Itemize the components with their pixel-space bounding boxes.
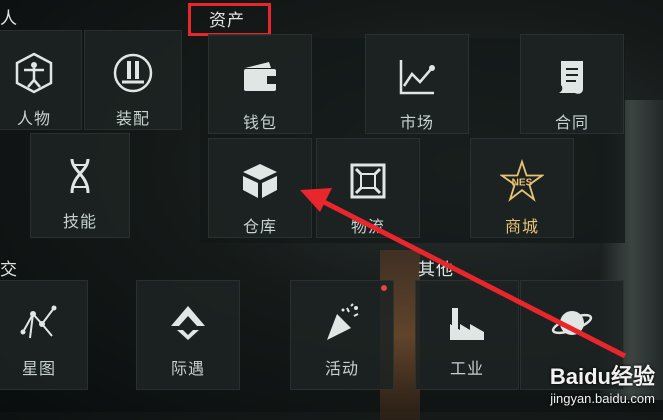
assets-highlight-box [188,3,271,36]
tile-market-label: 市场 [399,113,434,132]
tile-starmap[interactable]: 星图 [0,280,88,390]
tile-encounter[interactable]: 际遇 [136,280,240,390]
tile-event[interactable]: 活动 [290,280,394,390]
tile-industry-label: 工业 [449,359,484,378]
logistics-crate-icon [346,159,390,203]
watermark-url: jingyan.baidu.com [550,391,655,406]
tile-equip-label: 装配 [115,109,150,128]
tile-market[interactable]: 市场 [365,34,469,134]
planet-icon [550,301,594,345]
event-notification-dot [381,285,387,291]
vitruvian-icon [12,51,56,95]
tile-wallet[interactable]: 钱包 [208,34,312,134]
section-title-personal: 人 [0,9,18,29]
dna-icon [58,154,102,198]
baidu-watermark: Baidu经验 jingyan.baidu.com [550,359,655,406]
tile-person[interactable]: 人物 [0,30,82,130]
party-popper-icon [320,301,364,345]
tile-warehouse[interactable]: 仓库 [208,138,312,238]
tile-store-label: 商城 [504,217,539,236]
tile-logistics-label: 物流 [350,217,385,236]
tile-encounter-label: 际遇 [170,359,205,378]
tile-store[interactable]: NES 商城 [470,138,574,238]
market-chart-icon [395,55,439,99]
section-title-social: 交 [0,260,18,280]
tile-industry[interactable]: 工业 [415,280,519,390]
scroll-icon [550,55,594,99]
equipment-icon [111,51,155,95]
tile-skill[interactable]: 技能 [30,133,130,238]
tile-person-label: 人物 [16,109,51,128]
tile-equip[interactable]: 装配 [84,30,182,130]
tile-logistics[interactable]: 物流 [316,138,420,238]
tile-warehouse-label: 仓库 [242,217,277,236]
section-title-other: 其他 [418,260,454,280]
tile-contract[interactable]: 合同 [520,34,624,134]
constellation-icon [17,301,61,345]
tile-wallet-label: 钱包 [242,113,277,132]
warehouse-cube-icon [238,159,282,203]
watermark-brand: Baidu经验 [549,364,655,389]
tile-event-label: 活动 [324,359,359,378]
tile-starmap-label: 星图 [21,359,56,378]
factory-icon [445,301,489,345]
tile-contract-label: 合同 [554,113,589,132]
tile-skill-label: 技能 [62,212,97,231]
nes-star-logo-icon: NES [500,159,544,203]
wallet-icon [238,55,282,99]
encounter-ship-icon [166,301,210,345]
nes-logo-text: NES [512,178,533,189]
